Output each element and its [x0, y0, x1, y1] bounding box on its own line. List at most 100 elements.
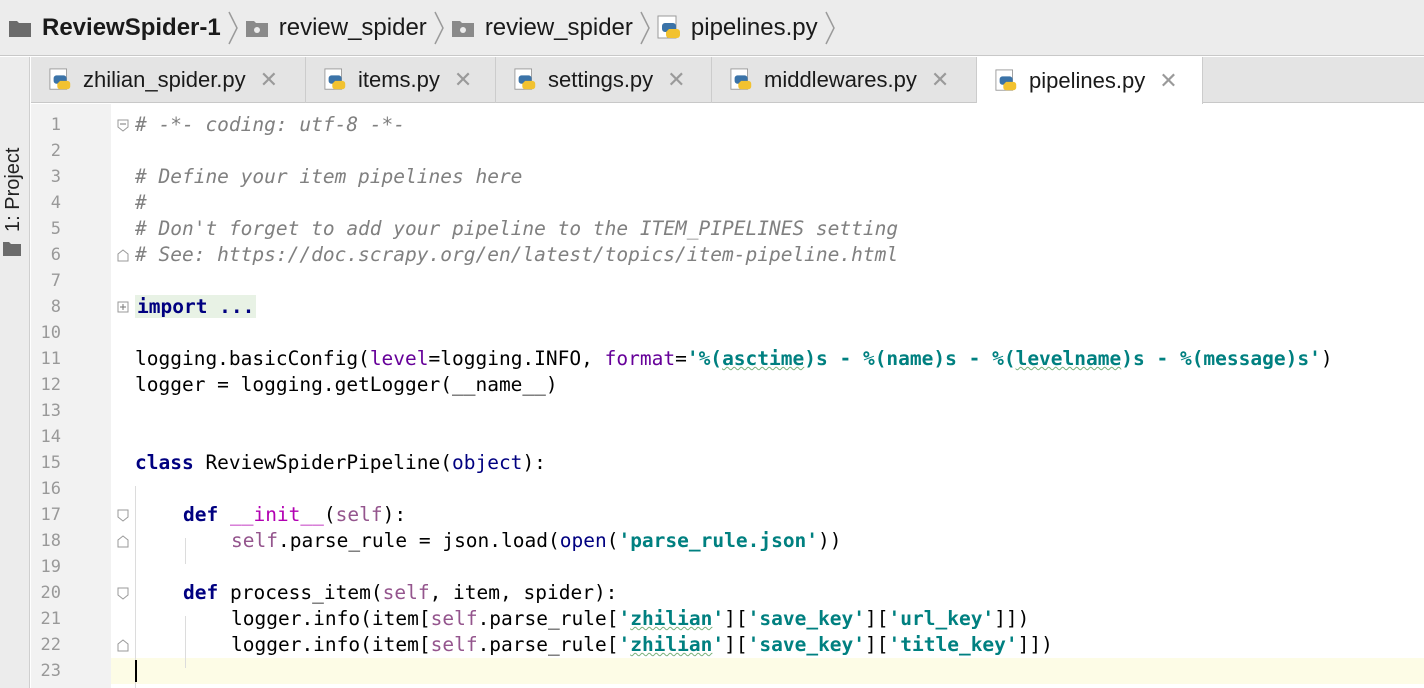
- fold-end-icon[interactable]: [117, 535, 129, 548]
- code-token: =logging.INFO,: [428, 347, 605, 370]
- close-icon[interactable]: ✕: [931, 67, 949, 93]
- tab-label: zhilian_spider.py: [83, 67, 246, 92]
- close-icon[interactable]: ✕: [260, 67, 278, 93]
- code-token: logger = logging.getLogger(: [135, 373, 452, 396]
- chevron-right-icon: [228, 11, 238, 44]
- line-number: 18: [40, 531, 61, 551]
- fold-collapse-icon[interactable]: [117, 509, 129, 522]
- code-line-12: logger = logging.getLogger(__name__): [135, 372, 558, 398]
- folder-icon: [3, 242, 21, 256]
- line-number-gutter: 1 2 3 4 5 6 7 8 10 11 12 13 14 15 16 17 …: [31, 104, 111, 688]
- code-token: def: [183, 581, 219, 604]
- code-token: logging.basicConfig(: [135, 347, 370, 370]
- code-token: self: [335, 503, 383, 526]
- chevron-right-icon: [434, 11, 444, 44]
- code-token: 'title_key': [888, 633, 1018, 656]
- code-token: ): [545, 373, 558, 396]
- folder-icon: [9, 20, 31, 37]
- navigation-bar: ReviewSpider-1 review_spider review_spid…: [0, 0, 1424, 56]
- code-token: ]]): [994, 607, 1030, 630]
- chevron-right-icon: [824, 11, 835, 44]
- fold-collapse-icon[interactable]: [117, 119, 129, 132]
- python-file-icon: [730, 68, 752, 90]
- fold-end-icon[interactable]: [117, 639, 129, 652]
- breadcrumb-project[interactable]: ReviewSpider-1: [8, 0, 245, 56]
- breadcrumb-folder-2-label: review_spider: [484, 13, 633, 41]
- code-token: .parse_rule[: [477, 633, 619, 656]
- tab-items[interactable]: items.py ✕: [306, 57, 496, 103]
- fold-expand-icon[interactable]: [117, 301, 129, 314]
- close-icon[interactable]: ✕: [454, 67, 472, 93]
- folded-imports[interactable]: import ...: [135, 295, 257, 318]
- code-editor[interactable]: 1 2 3 4 5 6 7 8 10 11 12 13 14 15 16 17 …: [31, 104, 1424, 688]
- indent-guide: [135, 486, 136, 688]
- fold-collapse-icon[interactable]: [117, 587, 129, 600]
- tab-label: pipelines.py: [1029, 67, 1146, 93]
- code-token: '%(: [686, 347, 723, 370]
- line-number: 16: [40, 479, 61, 499]
- code-token: format: [604, 347, 676, 370]
- code-token: self: [382, 581, 430, 604]
- code-line-15: class ReviewSpiderPipeline(object):: [135, 450, 546, 476]
- code-line-1: # -*- coding: utf-8 -*-: [135, 113, 406, 136]
- code-token: .parse_rule[: [477, 607, 619, 630]
- breadcrumb-file[interactable]: pipelines.py: [657, 0, 842, 56]
- code-token: ):: [382, 503, 407, 526]
- code-line-18: self.parse_rule = json.load(open('parse_…: [231, 528, 842, 554]
- code-line-6: # See: https://doc.scrapy.org/en/latest/…: [135, 243, 899, 266]
- code-line-5: # Don't forget to add your pipeline to t…: [135, 217, 899, 240]
- tab-settings[interactable]: settings.py ✕: [496, 57, 712, 103]
- code-token: )s - %(message)s': [1121, 347, 1321, 370]
- tab-pipelines[interactable]: pipelines.py ✕: [977, 57, 1203, 104]
- code-token: (: [323, 503, 336, 526]
- code-line-3: # Define your item pipelines here: [135, 165, 523, 188]
- breadcrumb-file-label: pipelines.py: [690, 13, 818, 41]
- code-line-21: logger.info(item[self.parse_rule['zhilia…: [231, 606, 1029, 632]
- code-token: ': [618, 633, 631, 656]
- line-number: 13: [40, 401, 61, 421]
- code-token: ]]): [1017, 633, 1053, 656]
- code-token: ): [1320, 347, 1333, 370]
- breadcrumb-folder-2[interactable]: review_spider: [451, 0, 657, 56]
- indent-guide: [185, 616, 186, 668]
- code-token: class: [135, 451, 194, 474]
- tool-window-strip: 1: Project: [0, 57, 30, 688]
- tab-zhilian-spider[interactable]: zhilian_spider.py ✕: [31, 57, 306, 103]
- line-number: 17: [40, 505, 61, 525]
- project-tool-window-button[interactable]: 1: Project: [2, 148, 25, 232]
- fold-end-icon[interactable]: [117, 249, 129, 262]
- code-token: (: [606, 529, 619, 552]
- code-token: logger.info(item[: [231, 633, 431, 656]
- close-icon[interactable]: ✕: [1159, 68, 1177, 94]
- code-token: ReviewSpiderPipeline(: [193, 451, 452, 474]
- code-line-22: logger.info(item[self.parse_rule['zhilia…: [231, 632, 1053, 658]
- line-number: 3: [50, 167, 61, 187]
- indent-guide: [185, 538, 186, 564]
- line-number: 19: [40, 557, 61, 577]
- package-folder-icon: [245, 20, 268, 37]
- code-token: ][: [724, 607, 748, 630]
- code-token: ][: [865, 607, 889, 630]
- line-number: 5: [50, 219, 61, 239]
- code-token: .parse_rule = json.load(: [277, 529, 560, 552]
- code-token: ': [712, 633, 725, 656]
- line-number: 22: [40, 635, 61, 655]
- code-token: asctime: [722, 347, 805, 370]
- code-token: zhilian: [630, 607, 713, 630]
- code-token: object: [451, 451, 523, 474]
- python-file-icon: [995, 68, 1017, 91]
- package-folder-icon: [451, 20, 474, 37]
- code-token: ': [712, 607, 725, 630]
- line-number: 1: [50, 115, 61, 135]
- python-file-icon: [514, 68, 536, 90]
- code-token: def: [183, 503, 219, 526]
- close-icon[interactable]: ✕: [667, 67, 685, 93]
- code-token: level: [369, 347, 429, 370]
- line-number: 8: [50, 297, 61, 317]
- code-token: self: [430, 633, 478, 656]
- breadcrumb-project-label: ReviewSpider-1: [42, 13, 221, 41]
- line-number: 21: [40, 609, 61, 629]
- breadcrumb-folder-1[interactable]: review_spider: [245, 0, 451, 56]
- tab-middlewares[interactable]: middlewares.py ✕: [712, 57, 977, 103]
- code-token: ][: [724, 633, 748, 656]
